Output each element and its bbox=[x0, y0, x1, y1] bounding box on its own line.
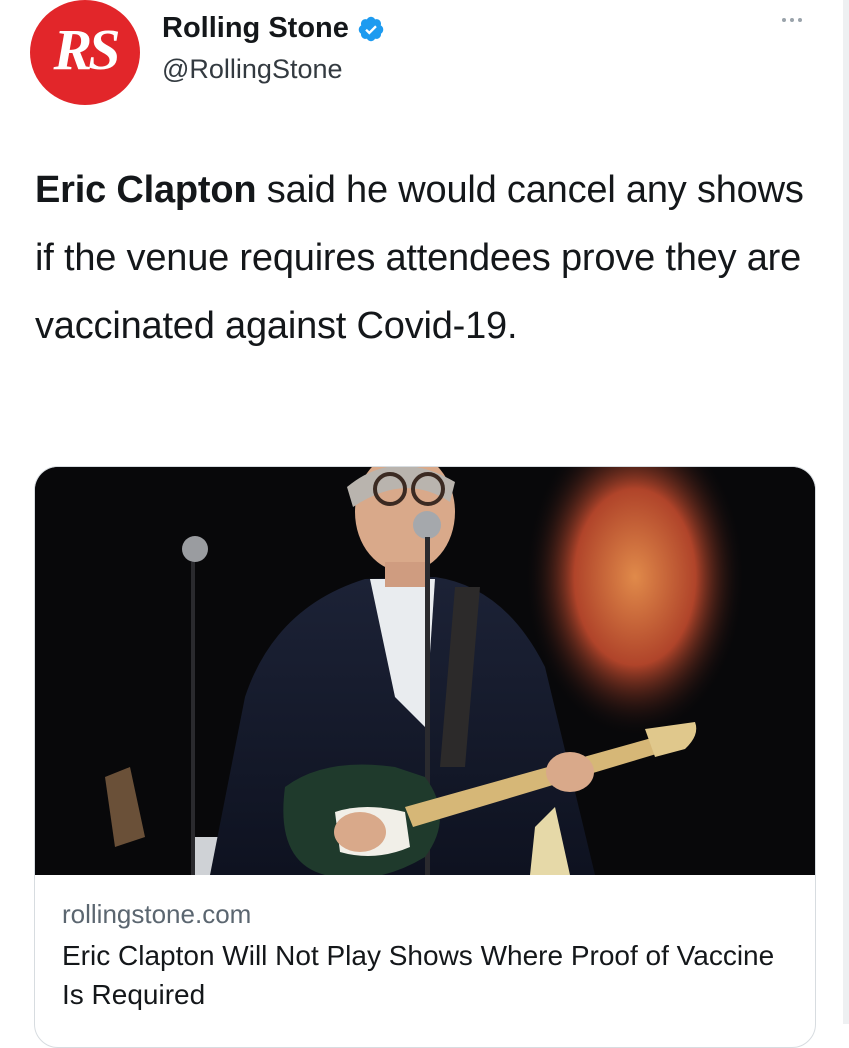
rs-logo: RS bbox=[53, 17, 121, 82]
concert-photo bbox=[35, 467, 815, 875]
edge-divider bbox=[843, 0, 849, 1024]
link-card-meta: rollingstone.com Eric Clapton Will Not P… bbox=[62, 895, 792, 1014]
more-horizontal-icon[interactable] bbox=[782, 14, 812, 26]
author-display-name[interactable]: Rolling Stone bbox=[162, 12, 349, 45]
tweet-text-bold: Eric Clapton bbox=[35, 169, 257, 211]
link-card-title[interactable]: Eric Clapton Will Not Play Shows Where P… bbox=[62, 936, 792, 1014]
verified-badge-icon bbox=[357, 15, 385, 43]
more-dot bbox=[790, 18, 794, 22]
more-dot bbox=[782, 18, 786, 22]
author-handle[interactable]: @RollingStone bbox=[162, 54, 343, 85]
more-dot bbox=[798, 18, 802, 22]
link-card-domain: rollingstone.com bbox=[62, 899, 252, 929]
author-name-row: Rolling Stone bbox=[162, 12, 385, 45]
link-card-image bbox=[35, 467, 815, 875]
tweet: RS Rolling Stone @RollingStone Eric Clap… bbox=[0, 0, 849, 1048]
avatar[interactable]: RS bbox=[30, 0, 140, 105]
tweet-text: Eric Clapton said he would cancel any sh… bbox=[35, 156, 815, 360]
link-card[interactable]: rollingstone.com Eric Clapton Will Not P… bbox=[34, 466, 816, 1048]
